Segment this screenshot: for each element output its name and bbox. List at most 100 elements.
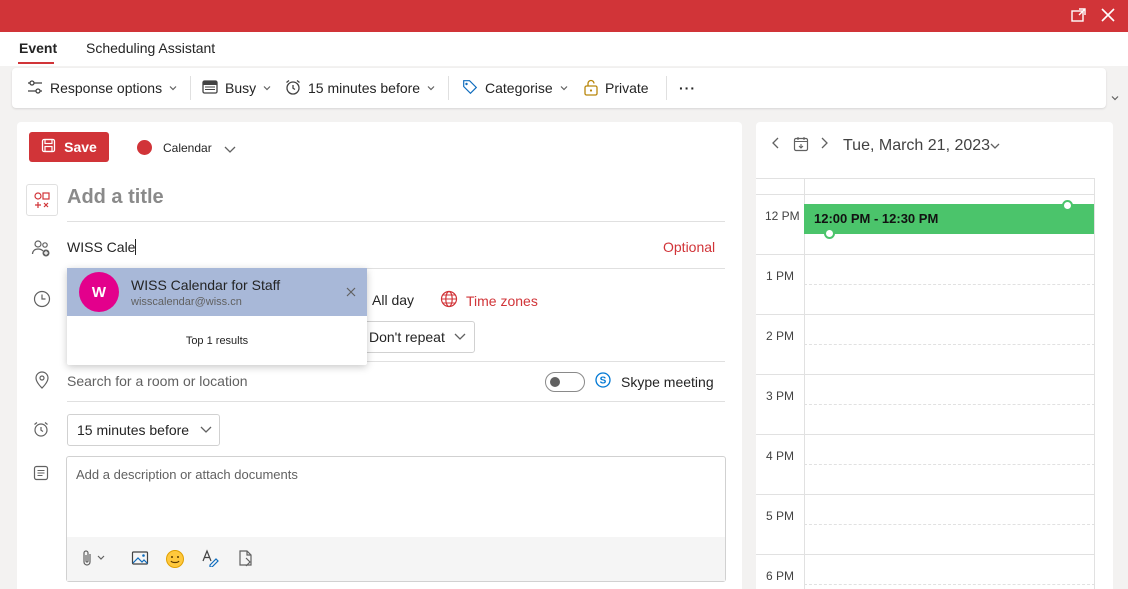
attach-file-icon[interactable] [81, 549, 109, 572]
dictate-document-icon[interactable] [237, 549, 255, 572]
suggestion-item[interactable]: W WISS Calendar for Staff wisscalendar@w… [67, 268, 367, 316]
results-count: Top 1 results [185, 335, 249, 347]
response-options-button[interactable]: Response options [26, 68, 178, 108]
tab-event[interactable]: Event [19, 40, 57, 56]
svg-text:S: S [600, 376, 607, 387]
hour-label: 4 PM [766, 449, 795, 463]
alarm-clock-icon [32, 420, 50, 443]
title-input[interactable]: Add a title [67, 186, 725, 222]
skype-meeting-option[interactable]: S Skype meeting [595, 372, 714, 391]
grid-line [756, 494, 1095, 495]
hour-label: 12 PM [765, 209, 800, 223]
event-time-label: 12:00 PM - 12:30 PM [814, 211, 939, 226]
hour-label: 5 PM [766, 509, 795, 523]
close-icon[interactable] [346, 284, 356, 302]
hour-grid[interactable]: 12 PM 1 PM 2 PM 3 PM 4 PM 5 PM 6 PM [756, 178, 1095, 589]
calendar-date[interactable]: Tue, March 21, 2023 [843, 137, 990, 155]
hour-label: 6 PM [766, 569, 795, 583]
reminder-dropdown[interactable]: 15 minutes before [67, 414, 220, 446]
tab-bar: Event Scheduling Assistant [0, 32, 1128, 66]
location-input[interactable]: Search for a room or location [67, 373, 248, 389]
chevron-down-icon[interactable] [989, 139, 1001, 157]
lock-icon [583, 78, 599, 99]
repeat-dropdown[interactable]: Don't repeat [360, 321, 475, 353]
toggle-knob [550, 377, 560, 387]
emoji-icon[interactable] [165, 549, 185, 574]
location-pin-icon [34, 371, 50, 394]
grid-line [804, 524, 1095, 525]
suggestion-name: WISS Calendar for Staff [131, 277, 281, 293]
private-button[interactable]: Private [583, 68, 649, 108]
clock-icon [33, 290, 51, 313]
hour-label: 1 PM [766, 269, 795, 283]
grid-line [804, 464, 1095, 465]
skype-meeting-label: Skype meeting [621, 373, 714, 390]
event-toolbar: Response options Busy 15 minutes before … [12, 68, 1106, 108]
categorise-button[interactable]: Categorise [461, 68, 569, 108]
attendees-input[interactable]: WISS Cale [67, 239, 137, 255]
toolbar-divider [190, 76, 191, 100]
event-block[interactable]: 12:00 PM - 12:30 PM [804, 204, 1094, 234]
toolbar-divider [666, 76, 667, 100]
grid-line [756, 194, 1095, 195]
chevron-down-icon [559, 80, 569, 96]
reminder-value: 15 minutes before [77, 422, 190, 438]
grid-line [804, 404, 1095, 405]
attendees-input-text: WISS Cale [67, 239, 136, 255]
hour-label: 2 PM [766, 329, 795, 343]
globe-icon [440, 290, 458, 311]
grid-line [756, 554, 1095, 555]
chevron-down-icon [199, 422, 213, 439]
save-button[interactable]: Save [29, 132, 109, 162]
divider [67, 401, 725, 402]
tab-scheduling-assistant[interactable]: Scheduling Assistant [86, 40, 215, 56]
description-toolbar [67, 537, 725, 581]
grid-line [804, 178, 805, 589]
calendar-selector-label[interactable]: Calendar [163, 141, 212, 155]
go-to-today-icon[interactable] [793, 136, 809, 157]
suggestion-email: wisscalendar@wiss.cn [131, 296, 242, 308]
chevron-down-icon[interactable] [223, 142, 237, 161]
active-tab-indicator [18, 62, 54, 64]
show-as-label: Busy [225, 80, 257, 96]
format-text-icon[interactable] [201, 549, 219, 572]
toolbar-overflow-chevron-icon[interactable] [1110, 90, 1120, 108]
grid-line [756, 374, 1095, 375]
description-editor[interactable]: Add a description or attach documents [66, 456, 726, 582]
grid-line [804, 344, 1095, 345]
resize-handle-bottom[interactable] [824, 228, 835, 239]
grid-line [804, 584, 1095, 585]
chevron-down-icon [262, 80, 272, 96]
pop-out-icon[interactable] [1070, 6, 1090, 26]
text-description-icon [33, 465, 49, 486]
reminder-label: 15 minutes before [308, 80, 421, 96]
text-caret [135, 239, 137, 255]
chevron-down-icon [168, 80, 178, 96]
categorise-label: Categorise [485, 80, 553, 96]
tag-icon [461, 78, 479, 99]
next-day-icon[interactable] [819, 136, 829, 155]
reminder-button[interactable]: 15 minutes before [284, 68, 436, 108]
calendar-color-dot [137, 140, 152, 155]
chevron-down-icon [453, 329, 467, 346]
close-icon[interactable] [1099, 6, 1119, 26]
time-zones-button[interactable]: Time zones [440, 290, 538, 311]
toolbar-divider [448, 76, 449, 100]
private-label: Private [605, 80, 649, 96]
resize-handle-top[interactable] [1062, 200, 1073, 211]
more-options-button[interactable]: ··· [679, 68, 696, 108]
chevron-down-icon [426, 80, 436, 96]
previous-day-icon[interactable] [771, 136, 781, 155]
insert-picture-icon[interactable] [131, 549, 149, 572]
skype-meeting-toggle[interactable] [545, 372, 585, 392]
category-icon[interactable] [26, 184, 58, 216]
grid-line [756, 434, 1095, 435]
optional-attendees-link[interactable]: Optional [663, 239, 715, 255]
show-as-button[interactable]: Busy [201, 68, 272, 108]
all-day-label[interactable]: All day [372, 292, 414, 308]
grid-line [756, 254, 1095, 255]
calendar-status-icon [201, 78, 219, 99]
grid-line [1094, 178, 1095, 589]
window-title-bar [0, 0, 1128, 32]
save-label: Save [64, 139, 97, 155]
